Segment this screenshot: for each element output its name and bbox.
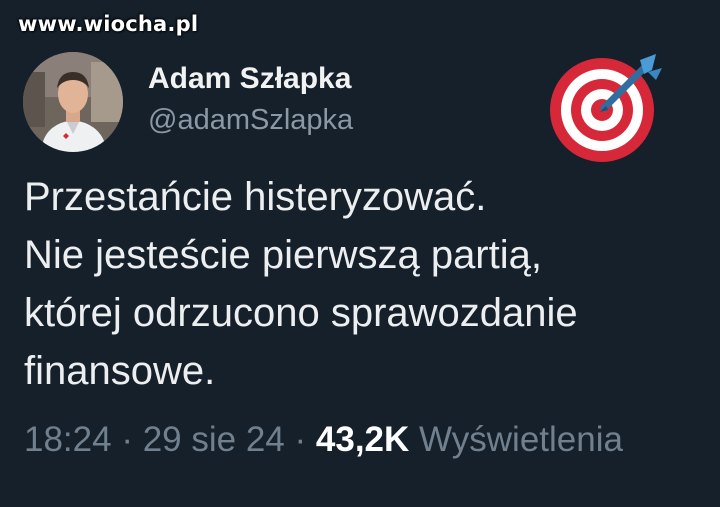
tweet-date[interactable]: 29 sie 24 [143,420,285,459]
avatar[interactable] [23,52,123,152]
author-block: Adam Szłapka @adamSzlapka [148,62,353,138]
tweet-text-line: której odrzucono sprawozdanie [24,291,578,335]
author-handle[interactable]: @adamSzlapka [148,102,353,138]
watermark: www.wiocha.pl [18,12,199,36]
tweet-meta: 18:24 · 29 sie 24 · 43,2K Wyświetlenia [24,418,623,462]
tweet-text-line: finansowe. [24,349,216,393]
views-count[interactable]: 43,2K [316,420,409,459]
direct-hit-target-icon [544,52,664,164]
tweet-text: Przestańcie histeryzować. Nie jesteście … [24,168,704,400]
tweet-time[interactable]: 18:24 [24,420,112,459]
views-label[interactable]: Wyświetlenia [419,420,623,459]
author-display-name[interactable]: Adam Szłapka [148,62,353,96]
tweet-text-line: Przestańcie histeryzować. [24,175,487,219]
meta-separator: · [294,420,307,459]
meta-separator: · [121,420,133,459]
avatar-photo [23,52,123,152]
tweet-text-line: Nie jesteście pierwszą partią, [24,233,542,277]
